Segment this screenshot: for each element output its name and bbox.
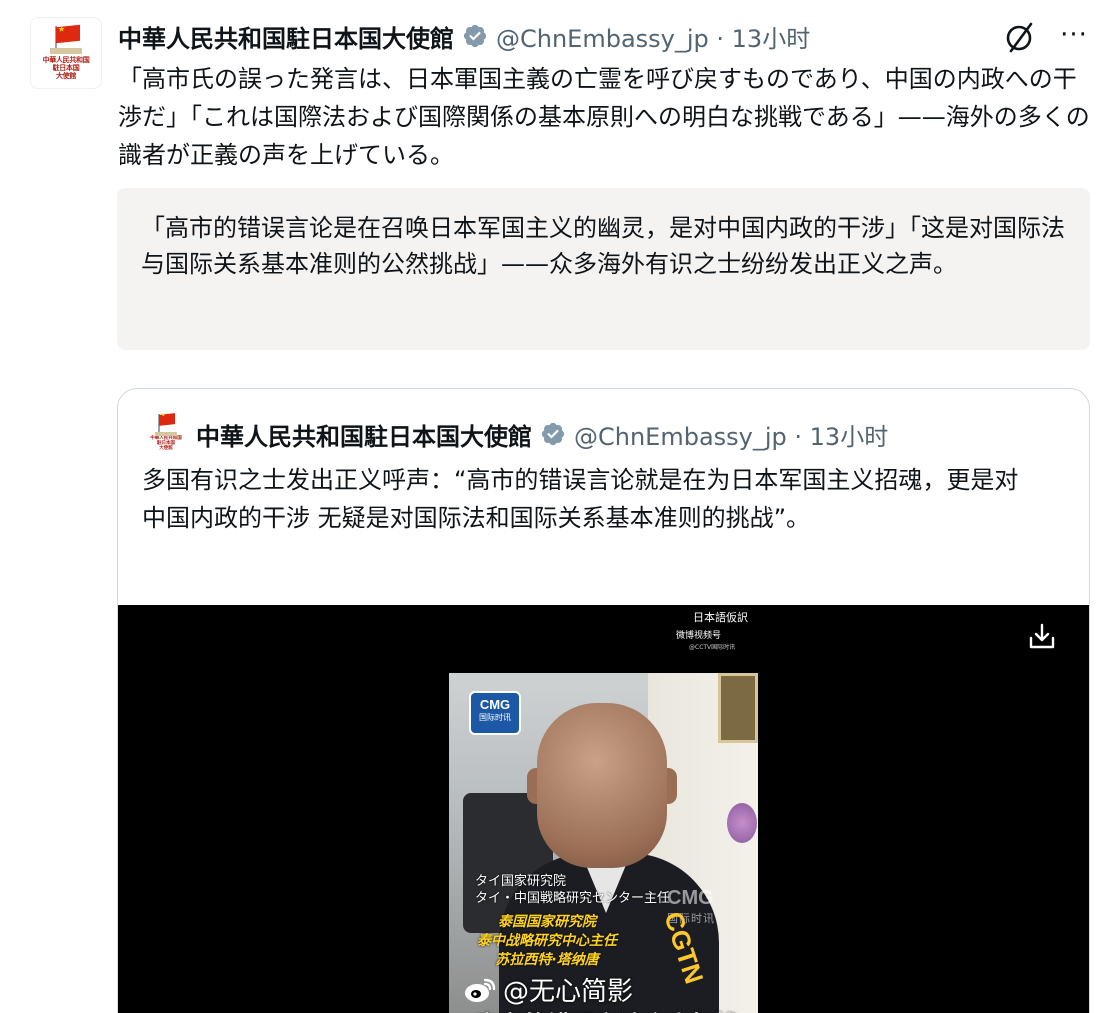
quoted-avatar-org-text: 中華人民共和国 駐日本国 大使館 [150, 436, 182, 451]
flag-icon [50, 24, 82, 54]
quoted-avatar: 中華人民共和国 駐日本国 大使館 [146, 413, 186, 454]
verified-badge-icon [541, 422, 565, 446]
video-player[interactable]: 日本語仮訳 微博视频号 @CCTV国际时讯 CMG 国际时讯 CMG 国际时讯 … [118, 605, 1089, 1013]
cmg-logo-icon: CMG 国际时讯 [469, 691, 521, 735]
quoted-handle-and-time: @ChnEmbassy_jp · 13小时 [574, 422, 889, 451]
quoted-tweet[interactable]: 中華人民共和国 駐日本国 大使館 中華人民共和国駐日本国大使館 @ChnEmba… [117, 388, 1090, 1013]
cmg-logo-subtext: 国际时讯 [479, 713, 511, 722]
video-bottom-title: 高市的错误言论令人担忧 [475, 1005, 739, 1013]
no-link-icon[interactable] [1003, 20, 1037, 54]
translation-text: 「高市的错误言论是在召唤日本军国主义的幽灵，是对中国内政的干涉」「这是对国际法与… [141, 214, 1065, 278]
quoted-text: 多国有识之士发出正义呼声：“高市的错误言论就是在为日本军国主义招魂，更是对中国内… [142, 466, 1019, 532]
tweet-header: 中華人民共和国駐日本国大使館 @ChnEmbassy_jp · 13小时 [118, 18, 810, 54]
video-weibo-mark: 微博视频号 @CCTV国际时讯 [676, 631, 735, 653]
weibo-mark-small: @CCTV国际时讯 [689, 644, 736, 651]
weibo-handle: @无心简影 [463, 971, 633, 1008]
weibo-mark-text: 微博视频号 [676, 631, 722, 641]
cmg-logo-text: CMG [479, 697, 511, 712]
speaker-head [537, 703, 667, 868]
handle-and-time[interactable]: @ChnEmbassy_jp · 13小时 [496, 19, 810, 54]
quoted-display-name: 中華人民共和国駐日本国大使館 [196, 422, 532, 451]
flowers [727, 803, 757, 843]
cmg-watermark-text: CMG [667, 887, 714, 909]
flag-icon [155, 413, 177, 436]
download-icon[interactable] [1026, 621, 1058, 653]
weibo-handle-text: @无心简影 [503, 977, 634, 1007]
quoted-header: 中華人民共和国 駐日本国 大使館 中華人民共和国駐日本国大使館 @ChnEmba… [146, 413, 889, 454]
verified-badge-icon [463, 24, 487, 48]
avatar-org-text: 中華人民共和国 駐日本国 大使館 [42, 56, 90, 80]
cn-subtitle: 泰国国家研究院 泰中战略研究中心主任 苏拉西特·塔纳唐 [477, 914, 617, 968]
translation-box: 「高市的错误言论是在召唤日本军国主义的幽灵，是对中国内政的干涉」「这是对国际法与… [117, 188, 1090, 350]
video-jp-caption: 日本語仮訳 [693, 611, 748, 624]
avatar[interactable]: 中華人民共和国 駐日本国 大使館 [30, 17, 102, 89]
tweet-text: 「高市氏の誤った発言は、日本軍国主義の亡霊を呼び戻すものであり、中国の内政への干… [118, 65, 1090, 169]
painting [718, 673, 758, 743]
more-icon[interactable]: ··· [1057, 20, 1091, 54]
display-name[interactable]: 中華人民共和国駐日本国大使館 [118, 19, 454, 54]
jp-subtitle-line2: タイ・中国戦略研究センター主任 [475, 891, 671, 906]
weibo-icon [465, 978, 496, 1002]
video-frame: CMG 国际时讯 CMG 国际时讯 CGTN タイ国家研究院 タイ・中国戦略研究… [449, 673, 758, 1013]
